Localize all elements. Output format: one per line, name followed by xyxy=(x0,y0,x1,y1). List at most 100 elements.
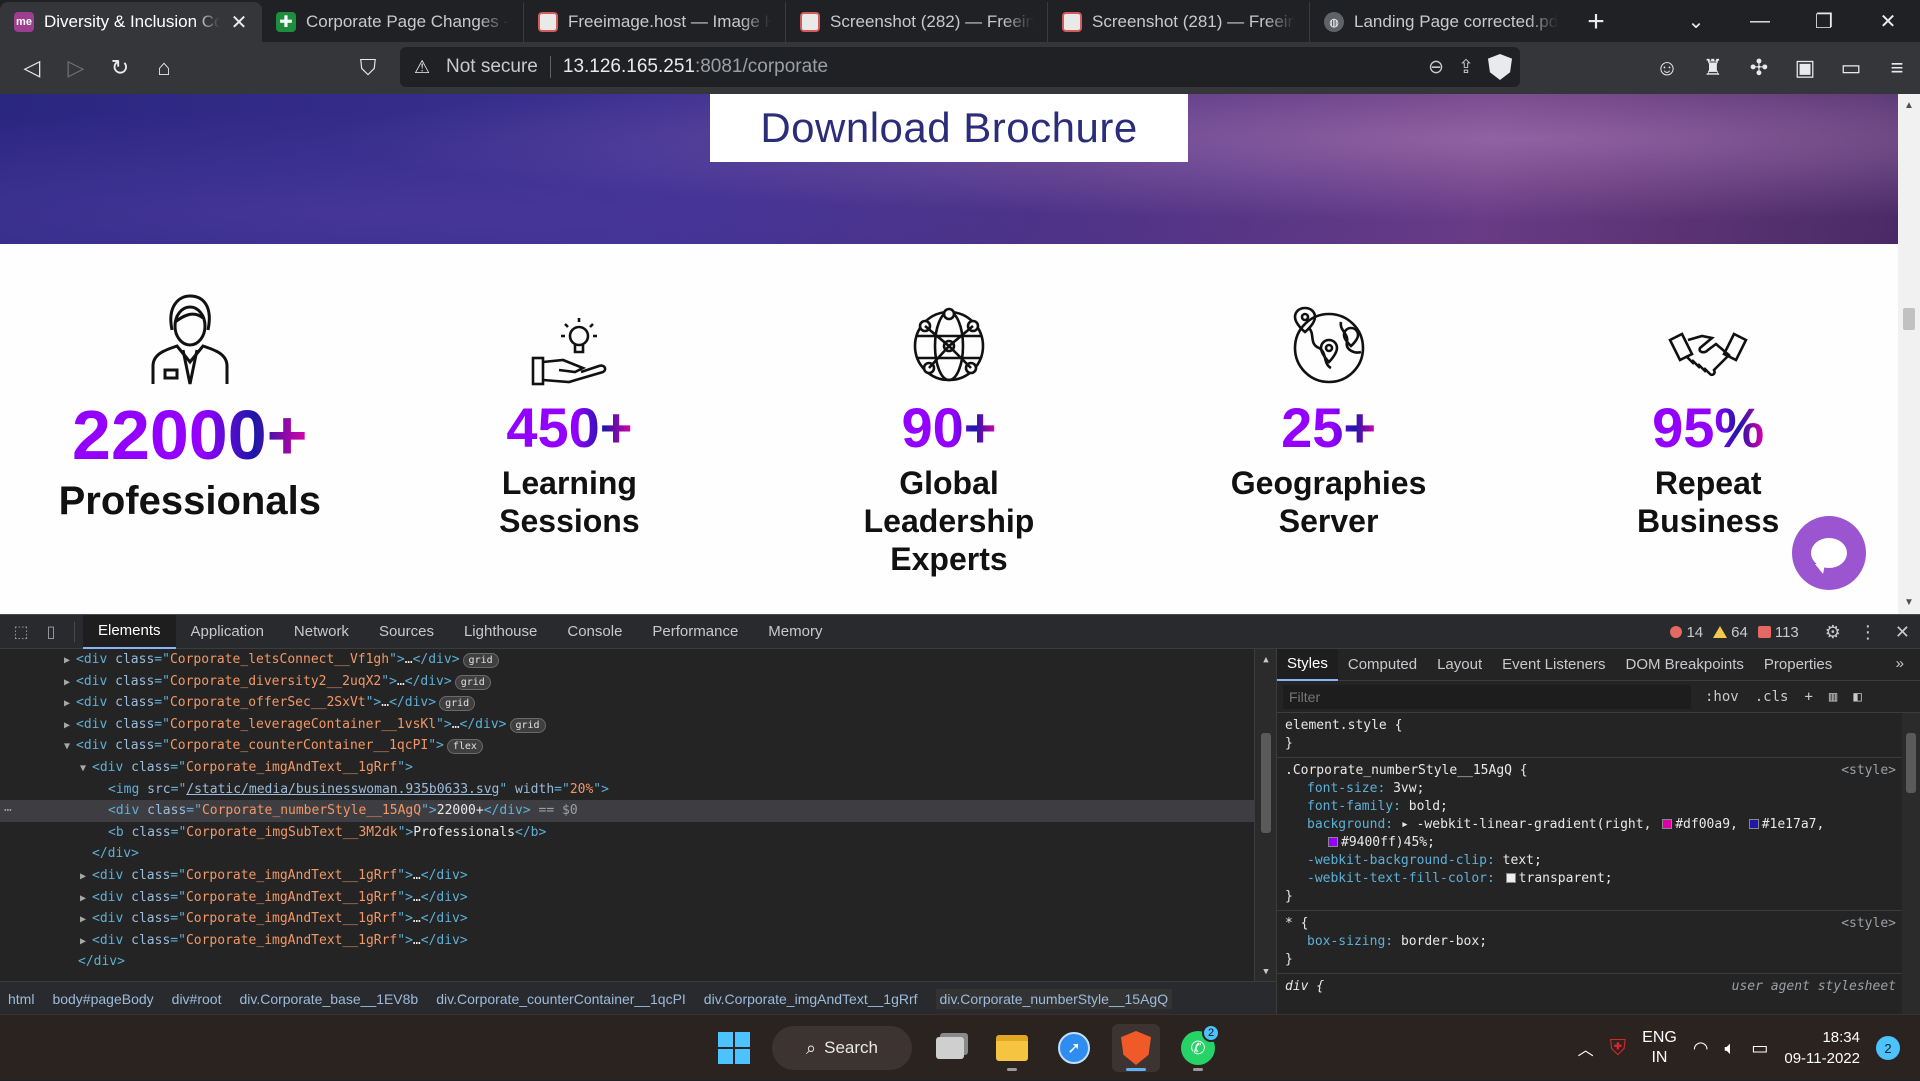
breadcrumb-item[interactable]: div#root xyxy=(172,991,222,1007)
tab-screenshot-282[interactable]: Screenshot (282) — Freeima xyxy=(786,2,1048,42)
css-property-cont[interactable]: #9400ff)45%; xyxy=(1285,834,1912,852)
dom-node[interactable]: ▶ <div class="Corporate_imgAndText__1gRrf… xyxy=(0,865,1276,887)
breadcrumb-item[interactable]: div.Corporate_counterContainer__1qcPI xyxy=(436,991,686,1007)
sidebar-icon[interactable]: ▣ xyxy=(1782,46,1828,90)
expand-arrow-icon[interactable]: ▶ xyxy=(64,650,76,672)
page-scrollbar[interactable]: ▲ ▼ xyxy=(1898,94,1920,614)
wifi-icon[interactable]: ◠ xyxy=(1693,1038,1709,1059)
scroll-up-arrow-icon[interactable]: ▲ xyxy=(1898,100,1920,111)
grid-badge[interactable]: grid xyxy=(454,674,491,690)
puzzle-icon[interactable]: ✣ xyxy=(1736,46,1782,90)
notification-badge[interactable]: 2 xyxy=(1876,1036,1900,1060)
menu-icon[interactable]: ≡ xyxy=(1874,46,1920,90)
tab-event-listeners[interactable]: Event Listeners xyxy=(1492,649,1615,681)
tab-search-chevron-icon[interactable]: ⌄ xyxy=(1664,0,1728,42)
tab-computed[interactable]: Computed xyxy=(1338,649,1427,681)
dom-node[interactable]: ▶ <div class="Corporate_offerSec__2SxVt">… xyxy=(0,692,1276,714)
file-explorer-icon[interactable] xyxy=(988,1024,1036,1072)
toggle-sidebar-icon[interactable]: ◧ xyxy=(1853,689,1861,705)
battery-icon[interactable]: ▭ xyxy=(1751,1038,1768,1059)
css-property[interactable]: box-sizing: border-box; xyxy=(1285,933,1912,951)
collapse-arrow-icon[interactable]: ▼ xyxy=(64,736,76,758)
tab-dom-breakpoints[interactable]: DOM Breakpoints xyxy=(1616,649,1754,681)
new-tab-button[interactable]: + xyxy=(1572,2,1620,42)
rule-source[interactable]: <style> xyxy=(1841,762,1896,780)
breadcrumb-item[interactable]: div.Corporate_imgAndText__1gRrf xyxy=(704,991,918,1007)
brave-browser-icon[interactable] xyxy=(1112,1024,1160,1072)
breadcrumb-item-selected[interactable]: div.Corporate_numberStyle__15AgQ xyxy=(935,988,1173,1009)
tab-application[interactable]: Application xyxy=(176,615,279,649)
tab-freeimage-host[interactable]: Freeimage.host — Image Ho xyxy=(524,2,786,42)
css-property[interactable]: font-size: 3vw; xyxy=(1285,780,1912,798)
more-options-icon[interactable]: ⋮ xyxy=(1859,622,1877,643)
dom-node[interactable]: ▶ <div class="Corporate_diversity2__2uqX2… xyxy=(0,671,1276,693)
dom-node-img[interactable]: <img src="/static/media/businesswoman.93… xyxy=(0,779,1276,801)
more-tabs-chevron-icon[interactable]: » xyxy=(1896,655,1904,672)
color-swatch[interactable] xyxy=(1662,819,1673,829)
scrollbar-thumb[interactable] xyxy=(1261,733,1271,833)
tab-screenshot-281[interactable]: Screenshot (281) — Freeima xyxy=(1048,2,1310,42)
reload-button[interactable]: ↻ xyxy=(98,46,142,90)
expand-arrow-icon[interactable]: ▶ xyxy=(80,888,92,910)
css-property-background[interactable]: background: ▸ -webkit-linear-gradient(ri… xyxy=(1285,816,1912,834)
dom-node-close[interactable]: </div> xyxy=(0,843,1276,865)
task-view-icon[interactable] xyxy=(926,1024,974,1072)
tab-console[interactable]: Console xyxy=(552,615,637,649)
language-indicator[interactable]: ENG IN xyxy=(1642,1028,1677,1068)
device-toolbar-icon[interactable]: ▯ xyxy=(36,615,66,649)
cls-toggle[interactable]: .cls xyxy=(1755,689,1789,705)
dom-node[interactable]: ▶ <div class="Corporate_imgAndText__1gRrf… xyxy=(0,930,1276,952)
tab-sources[interactable]: Sources xyxy=(364,615,449,649)
dom-node-close[interactable]: </div> xyxy=(0,951,1276,973)
expand-arrow-icon[interactable]: ▶ xyxy=(80,866,92,888)
grid-badge[interactable]: grid xyxy=(509,717,546,733)
hov-toggle[interactable]: :hov xyxy=(1705,689,1739,705)
extension-icon[interactable]: ♜ xyxy=(1690,46,1736,90)
css-property[interactable]: font-family: bold; xyxy=(1285,798,1912,816)
flex-badge[interactable]: flex xyxy=(446,739,483,755)
wallet-icon[interactable]: ▭ xyxy=(1828,46,1874,90)
dom-node[interactable]: <b class="Corporate_imgSubText__3M2dk">P… xyxy=(0,822,1276,844)
scroll-down-arrow-icon[interactable]: ▼ xyxy=(1255,967,1276,977)
expand-arrow-icon[interactable]: ▶ xyxy=(64,693,76,715)
ua-div-rule[interactable]: user agent stylesheet div { xyxy=(1277,974,1920,1000)
tab-lighthouse[interactable]: Lighthouse xyxy=(449,615,552,649)
breadcrumb-item[interactable]: body#pageBody xyxy=(52,991,153,1007)
address-bar[interactable]: ⚠ Not secure 13.126.165.251:8081/corpora… xyxy=(400,47,1520,87)
close-icon[interactable]: ✕ xyxy=(230,10,248,35)
show-hidden-icons-chevron-icon[interactable]: ︿ xyxy=(1578,1036,1594,1060)
home-button[interactable]: ⌂ xyxy=(142,46,186,90)
volume-icon[interactable]: 🔈︎ xyxy=(1725,1038,1736,1059)
color-swatch[interactable] xyxy=(1748,819,1759,829)
dom-node[interactable]: ▼ <div class="Corporate_counterContainer_… xyxy=(0,735,1276,757)
grid-badge[interactable]: grid xyxy=(439,696,476,712)
expand-arrow-icon[interactable]: ▶ xyxy=(64,672,76,694)
dom-node[interactable]: ▶ <div class="Corporate_imgAndText__1gRrf… xyxy=(0,887,1276,909)
styles-filter-input[interactable] xyxy=(1283,684,1691,709)
error-count-badge[interactable]: 14 xyxy=(1670,624,1703,641)
breadcrumb-item[interactable]: div.Corporate_base__1EV8b xyxy=(239,991,418,1007)
forward-button[interactable]: ▷ xyxy=(54,46,98,90)
tab-corporate-page-changes[interactable]: ✚ Corporate Page Changes - G xyxy=(262,2,524,42)
grid-badge[interactable]: grid xyxy=(462,653,499,668)
close-window-button[interactable]: ✕ xyxy=(1856,0,1920,42)
dom-node[interactable]: ▶ <div class="Corporate_letsConnect__Vf1g… xyxy=(0,649,1276,671)
tab-styles[interactable]: Styles xyxy=(1277,649,1338,681)
expand-arrow-icon[interactable]: ▶ xyxy=(80,909,92,931)
new-style-rule-icon[interactable]: + xyxy=(1804,689,1812,705)
dom-node[interactable]: ▶ <div class="Corporate_leverageContainer… xyxy=(0,714,1276,736)
dom-scrollbar[interactable]: ▲ ▼ xyxy=(1254,649,1276,981)
tab-elements[interactable]: Elements xyxy=(83,614,176,649)
css-property[interactable]: -webkit-background-clip: text; xyxy=(1285,852,1912,870)
dom-node-selected[interactable]: ⋯ <div class="Corporate_numberStyle__15A… xyxy=(0,800,1276,822)
styles-scrollbar[interactable] xyxy=(1902,713,1920,1015)
issues-count-badge[interactable]: 113 xyxy=(1757,624,1799,641)
warning-count-badge[interactable]: 64 xyxy=(1713,624,1748,641)
safari-compass-icon[interactable]: ➚ xyxy=(1050,1024,1098,1072)
download-brochure-button[interactable]: Download Brochure xyxy=(710,94,1188,162)
url-text[interactable]: 13.126.165.251:8081/corporate xyxy=(563,56,828,78)
whatsapp-icon[interactable]: ✆ 2 xyxy=(1174,1024,1222,1072)
taskbar-search-button[interactable]: ⌕ Search xyxy=(772,1026,912,1070)
mcafee-shield-icon[interactable]: ⛨ xyxy=(1610,1035,1627,1061)
not-secure-label[interactable]: Not secure xyxy=(446,56,538,78)
